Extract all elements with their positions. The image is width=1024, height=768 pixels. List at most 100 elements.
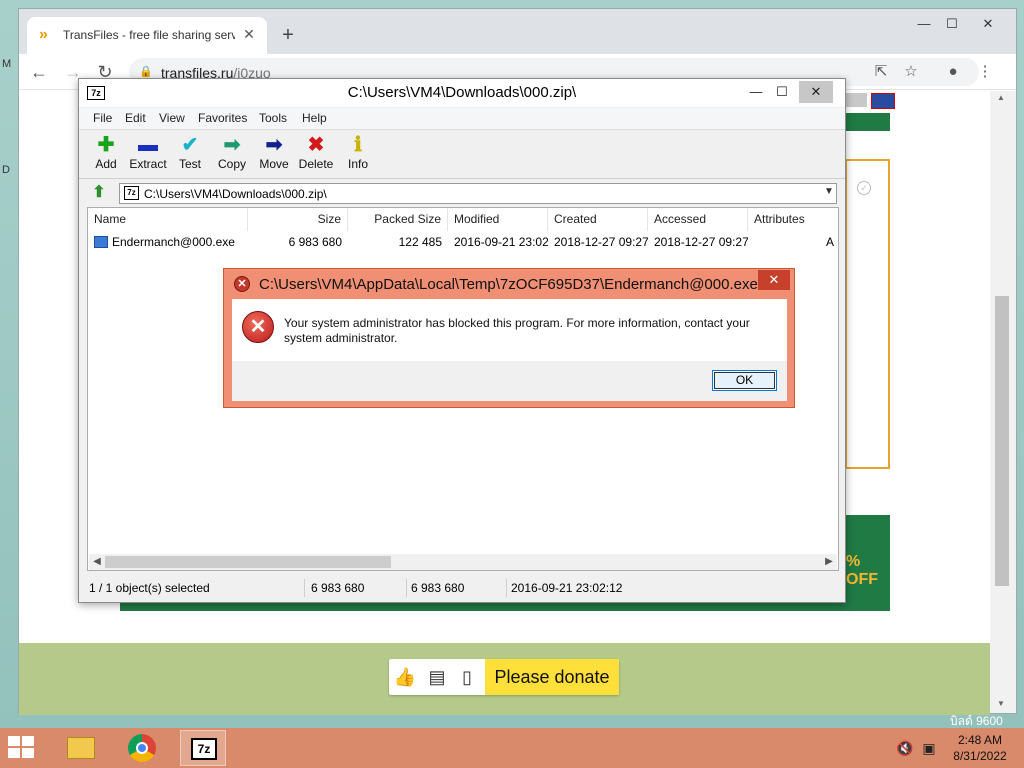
browser-close-button[interactable]: ✕	[973, 13, 1003, 35]
status-size: 6 983 680	[307, 579, 407, 597]
test-icon: ✔	[181, 134, 199, 156]
tab-strip: » TransFiles - free file sharing servi ✕…	[19, 9, 1016, 54]
toolbar-label: Extract	[129, 157, 167, 171]
error-icon: ✕	[242, 311, 274, 343]
scroll-left-icon[interactable]: ◀	[89, 554, 105, 570]
card-icon[interactable]: ▤	[425, 665, 449, 689]
column-header-packed-size[interactable]: Packed Size	[348, 208, 448, 231]
uk-flag-icon[interactable]	[871, 93, 895, 109]
chevron-down-icon[interactable]: ▼	[822, 186, 836, 197]
menu-file[interactable]: File	[93, 111, 112, 125]
menu-help[interactable]: Help	[302, 111, 327, 125]
phone-icon[interactable]: ▯	[455, 665, 479, 689]
bookmark-star-icon[interactable]: ☆	[901, 62, 921, 82]
column-header-modified[interactable]: Modified	[448, 208, 548, 231]
sevenzip-menubar: File Edit View Favorites Tools Help	[79, 108, 845, 130]
sevenzip-toolbar: ✚ Add ▬ Extract ✔ Test ➡ Copy ➡ Move ✖ Delete ℹ Info	[79, 131, 845, 179]
scrollbar-thumb[interactable]	[995, 296, 1009, 586]
cell-modified: 2016-09-21 23:02	[454, 235, 548, 249]
speaker-muted-icon[interactable]: 🔇	[896, 740, 914, 756]
browser-maximize-button[interactable]: ☐	[937, 13, 967, 35]
chrome-icon-center	[136, 742, 148, 754]
menu-favorites[interactable]: Favorites	[198, 111, 247, 125]
check-circle-icon: ✓	[857, 181, 871, 195]
sevenzip-close-button[interactable]: ✕	[799, 81, 833, 103]
cell-size: 6 983 680	[288, 235, 342, 249]
browser-tab[interactable]: » TransFiles - free file sharing servi ✕	[27, 17, 267, 54]
error-close-button[interactable]: ✕	[758, 270, 790, 290]
page-footer: 👍 ▤ ▯ Please donate	[19, 643, 990, 715]
toolbar-copy-button[interactable]: ➡ Copy	[211, 133, 253, 177]
transfiles-favicon-icon: »	[39, 26, 48, 43]
column-header-name[interactable]: Name	[88, 208, 248, 231]
scroll-right-icon[interactable]: ▶	[821, 554, 837, 570]
ok-button[interactable]: OK	[712, 370, 777, 391]
donate-button[interactable]: Please donate	[485, 659, 619, 695]
scroll-down-icon[interactable]: ▼	[997, 699, 1005, 708]
error-footer: OK	[232, 361, 787, 401]
clock-date: 8/31/2022	[953, 749, 1007, 763]
tab-close-icon[interactable]: ✕	[241, 26, 257, 42]
back-button[interactable]: ←	[27, 60, 51, 84]
sevenzip-titlebar: 7z C:\Users\VM4\Downloads\000.zip\ — ☐ ✕	[79, 79, 845, 107]
chrome-taskbar-button[interactable]	[120, 730, 166, 766]
toolbar-extract-button[interactable]: ▬ Extract	[127, 133, 169, 177]
sevenzip-title: C:\Users\VM4\Downloads\000.zip\	[347, 84, 577, 101]
folder-up-icon[interactable]: ⬆	[89, 183, 109, 203]
windows-start-icon[interactable]	[8, 736, 36, 760]
status-packed: 6 983 680	[407, 579, 507, 597]
sevenzip-statusbar: 1 / 1 object(s) selected 6 983 680 6 983…	[79, 575, 845, 601]
delete-icon: ✖	[307, 134, 325, 156]
profile-avatar-icon[interactable]: ●	[943, 62, 963, 82]
toolbar-test-button[interactable]: ✔ Test	[169, 133, 211, 177]
toolbar-label: Add	[95, 157, 117, 171]
error-small-icon: ✕	[234, 276, 250, 292]
cell-attributes: A	[825, 235, 834, 249]
menu-kebab-icon[interactable]: ⋮	[975, 62, 995, 82]
toolbar-add-button[interactable]: ✚ Add	[85, 133, 127, 177]
error-dialog: ✕ C:\Users\VM4\AppData\Local\Temp\7zOCF6…	[223, 268, 795, 408]
column-header-size[interactable]: Size	[248, 208, 348, 231]
new-tab-button[interactable]: +	[277, 25, 299, 47]
page-scrollbar[interactable]: ▲ ▼	[990, 91, 1016, 713]
toolbar-delete-button[interactable]: ✖ Delete	[295, 133, 337, 177]
column-header-attributes[interactable]: Attributes	[748, 208, 838, 231]
network-icon[interactable]: ▣	[920, 740, 938, 756]
path-combobox[interactable]: 7z C:\Users\VM4\Downloads\000.zip\ ▼	[119, 183, 837, 204]
tab-title: TransFiles - free file sharing servi	[63, 28, 235, 42]
toolbar-info-button[interactable]: ℹ Info	[337, 133, 379, 177]
toolbar-move-button[interactable]: ➡ Move	[253, 133, 295, 177]
toolbar-label: Test	[178, 157, 201, 171]
status-modified: 2016-09-21 23:02:12	[511, 581, 623, 595]
upload-box	[845, 159, 890, 469]
path-text: C:\Users\VM4\Downloads\000.zip\	[144, 187, 327, 201]
extract-icon: ▬	[138, 134, 158, 156]
promo-offer-text: % OFF	[846, 553, 878, 588]
browser-minimize-button[interactable]: —	[909, 13, 939, 35]
taskbar-clock[interactable]: 2:48 AM 8/31/2022	[946, 732, 1014, 764]
menu-view[interactable]: View	[159, 111, 185, 125]
path-bar: ⬆ 7z C:\Users\VM4\Downloads\000.zip\ ▼	[79, 180, 845, 206]
add-icon: ✚	[97, 134, 115, 156]
scroll-up-icon[interactable]: ▲	[997, 93, 1005, 102]
share-icon[interactable]: ⇱	[871, 62, 891, 82]
cell-name: Endermanch@000.exe	[112, 235, 235, 249]
menu-tools[interactable]: Tools	[259, 111, 287, 125]
error-body: ✕ Your system administrator has blocked …	[232, 299, 787, 401]
menu-edit[interactable]: Edit	[125, 111, 146, 125]
wallet-icon[interactable]: 👍	[393, 665, 417, 689]
error-dialog-title: C:\Users\VM4\AppData\Local\Temp\7zOCF695…	[259, 276, 758, 293]
sevenzip-taskbar-button[interactable]: 7z	[180, 730, 226, 766]
horizontal-scrollbar[interactable]: ◀ ▶	[89, 554, 837, 570]
donate-bar[interactable]: 👍 ▤ ▯ Please donate	[389, 659, 619, 695]
archive-icon: 7z	[124, 186, 139, 200]
file-explorer-taskbar-button[interactable]	[58, 730, 104, 766]
flag-icon[interactable]	[845, 93, 867, 107]
sevenzip-maximize-button[interactable]: ☐	[765, 81, 799, 103]
hscroll-thumb[interactable]	[105, 556, 391, 568]
desktop-icon-label: M	[2, 58, 12, 70]
column-header-accessed[interactable]: Accessed	[648, 208, 748, 231]
toolbar-label: Copy	[217, 157, 246, 171]
column-header-created[interactable]: Created	[548, 208, 648, 231]
error-message: Your system administrator has blocked th…	[284, 316, 750, 345]
